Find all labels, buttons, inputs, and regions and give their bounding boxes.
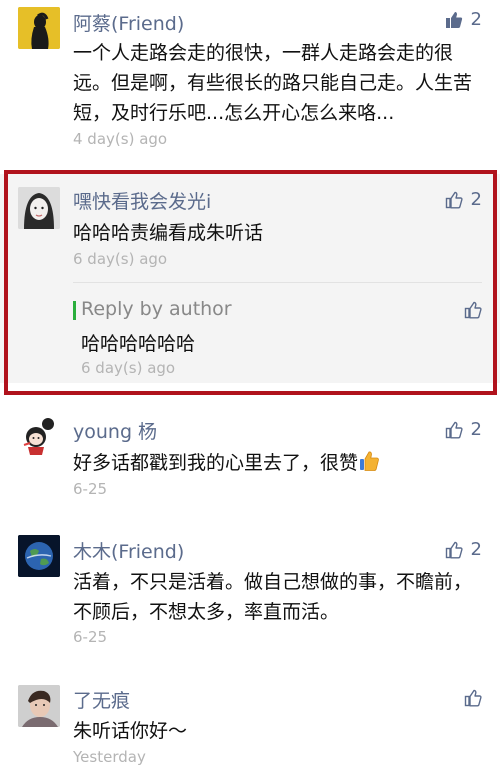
comment-text: 好多话都戳到我的心里去了，很赞 [73,452,359,474]
comment-timestamp: 6-25 [73,480,108,498]
comment-item: young 杨 2 好多话都戳到我的心里去了，很赞 6-25 [0,402,500,512]
comment-item: 了无痕 朱听话你好～ Yesterday [0,672,500,769]
thumbs-up-outline-icon [445,541,463,558]
avatar[interactable] [18,415,60,457]
thumbs-up-outline-icon [445,421,463,438]
comment-body: 活着，不只是活着。做自己想做的事，不瞻前，不顾后，不想太多，率直而活。 [73,571,473,623]
comment-author[interactable]: 木木(Friend) [73,537,184,564]
reply-body: 哈哈哈哈哈哈 [81,333,196,355]
girl-portrait-avatar-icon [18,187,60,229]
reply-author-label: Reply by author [81,298,232,320]
comment-author[interactable]: 阿蔡(Friend) [73,9,184,36]
cartoon-avatar-icon [18,415,60,457]
comment-body: 哈哈哈责编看成朱听话 [73,222,264,244]
comment-author[interactable]: young 杨 [73,417,157,444]
thumbs-up-outline-icon [445,191,463,208]
earth-avatar-icon [18,535,60,577]
like-button[interactable]: 2 [445,419,482,440]
like-count: 2 [470,539,482,560]
avatar[interactable] [18,187,60,229]
comment-author[interactable]: 了无痕 [73,686,130,713]
comment-timestamp: 6 day(s) ago [73,250,168,268]
portrait-avatar-icon [18,685,60,727]
silhouette-avatar-icon [18,7,60,49]
comment-timestamp: 4 day(s) ago [73,130,168,148]
like-button[interactable]: 2 [445,539,482,560]
avatar[interactable] [18,535,60,577]
avatar[interactable] [18,685,60,727]
like-count: 2 [470,419,482,440]
thumbs-up-emoji-icon [360,451,379,471]
comment-item-highlighted: 嘿快看我会发光i 2 哈哈哈责编看成朱听话 6 day(s) ago Reply… [0,174,500,383]
like-button[interactable]: 2 [445,9,482,30]
like-count: 2 [470,9,482,30]
reply-divider [73,282,482,283]
comment-body: 朱听话你好～ [73,720,188,742]
reply-like-button[interactable] [464,301,482,319]
comment-feed: 阿蔡(Friend) 2 一个人走路会走的很快，一群人走路会走的很远。但是啊，有… [0,0,500,769]
comment-body: 好多话都戳到我的心里去了，很赞 [73,448,478,478]
avatar[interactable] [18,7,60,49]
comment-timestamp: Yesterday [73,748,146,766]
like-button[interactable]: 2 [445,189,482,210]
comment-item: 木木(Friend) 2 活着，不只是活着。做自己想做的事，不瞻前，不顾后，不想… [0,522,500,662]
like-count: 2 [470,189,482,210]
thumbs-up-outline-icon [464,301,482,319]
thumbs-up-filled-icon [445,11,462,28]
reply-timestamp: 6 day(s) ago [81,359,176,377]
comment-item: 阿蔡(Friend) 2 一个人走路会走的很快，一群人走路会走的很远。但是啊，有… [0,0,500,160]
reply-accent-bar [73,301,76,320]
like-button[interactable] [464,689,482,707]
thumbs-up-outline-icon [464,689,482,707]
comment-body: 一个人走路会走的很快，一群人走路会走的很远。但是啊，有些很长的路只能自己走。人生… [73,42,473,124]
comment-author[interactable]: 嘿快看我会发光i [73,187,211,214]
comment-timestamp: 6-25 [73,628,108,646]
